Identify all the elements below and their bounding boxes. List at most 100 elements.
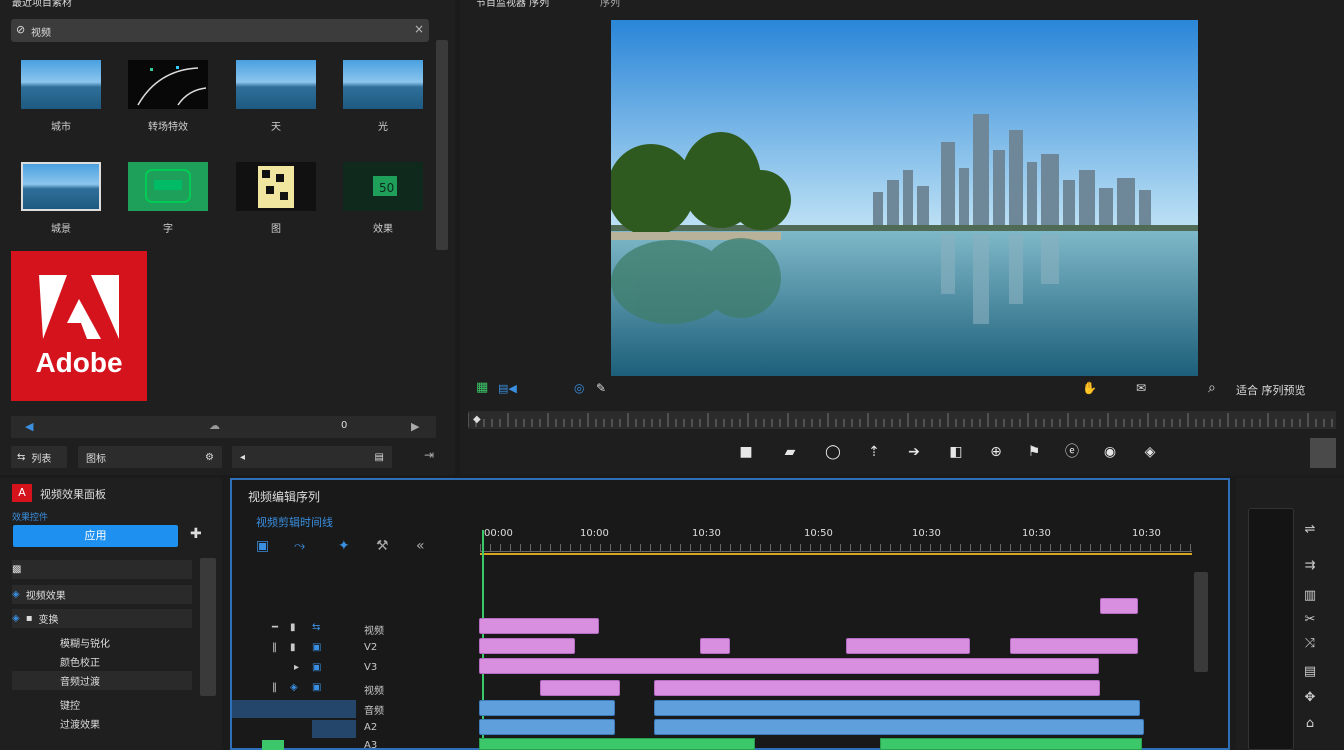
pen-icon[interactable]: ✎ bbox=[596, 381, 606, 395]
effects-row[interactable]: ◈ ▪ 变换 bbox=[12, 609, 192, 628]
camera-icon[interactable]: ■ bbox=[736, 443, 756, 461]
search-input[interactable]: ⊘ 视频 × bbox=[11, 19, 429, 42]
timecode: 10:50 bbox=[804, 528, 833, 539]
timeline-scrollbar[interactable] bbox=[1194, 572, 1208, 672]
video-clip[interactable] bbox=[479, 638, 575, 654]
thumbnail-green-text[interactable] bbox=[128, 162, 208, 211]
track-sync-icon[interactable]: ⇆ bbox=[312, 622, 320, 633]
track-toggle-icon[interactable]: ▮ bbox=[290, 622, 296, 633]
apply-button[interactable]: 应用 bbox=[13, 525, 178, 547]
trim-icon[interactable]: ⇡ bbox=[864, 443, 884, 461]
slip-tool-icon[interactable]: ⤨ bbox=[1300, 636, 1320, 654]
export-icon[interactable]: ⓔ bbox=[1062, 443, 1082, 461]
zoom-slider[interactable]: ◂ ▤ bbox=[232, 446, 392, 468]
effects-row[interactable]: 模糊与锐化 bbox=[12, 633, 192, 652]
type-tool-icon[interactable]: ⌂ bbox=[1300, 716, 1320, 734]
compass-icon[interactable]: ⊕ bbox=[986, 443, 1006, 461]
track-arrow-icon[interactable]: ▸ bbox=[294, 662, 299, 673]
effects-scrollbar[interactable] bbox=[200, 558, 216, 696]
film-icon[interactable]: ▰ bbox=[780, 443, 800, 461]
marker-add-icon[interactable]: ✦ bbox=[338, 538, 350, 554]
hand-tool-icon[interactable]: ✥ bbox=[1300, 690, 1320, 708]
effects-row[interactable]: 过渡效果 bbox=[12, 714, 192, 733]
thumbnail-green-logo[interactable]: 50 bbox=[343, 162, 423, 211]
audio-clip[interactable] bbox=[654, 719, 1144, 735]
track-lock-icon[interactable]: ‖ bbox=[272, 642, 277, 653]
video-preview[interactable] bbox=[611, 20, 1198, 376]
audio-track-header-selected[interactable] bbox=[232, 700, 356, 718]
thumbnail-pattern[interactable] bbox=[236, 162, 316, 211]
clear-icon[interactable]: × bbox=[414, 22, 424, 36]
loop-icon[interactable]: ◯ bbox=[823, 443, 843, 461]
track-eye-icon[interactable]: ▣ bbox=[312, 642, 321, 653]
zoom-icon[interactable]: ⌕ bbox=[1208, 380, 1216, 396]
next-icon[interactable]: ▶ bbox=[411, 420, 419, 433]
monitor-ruler[interactable] bbox=[467, 411, 1336, 429]
effects-row[interactable]: 音频过渡 bbox=[12, 671, 192, 690]
audio-clip[interactable] bbox=[479, 700, 615, 716]
monitor-side-button[interactable] bbox=[1310, 438, 1336, 468]
add-icon[interactable]: ✚ bbox=[190, 526, 202, 542]
link-icon[interactable]: ⤳ bbox=[294, 538, 305, 554]
track-lock-icon[interactable]: ━ bbox=[272, 622, 278, 633]
track-select-icon[interactable]: ⇉ bbox=[1300, 558, 1320, 576]
razor-icon[interactable]: ✂ bbox=[1300, 612, 1320, 630]
settings-wheel-icon[interactable]: ◉ bbox=[1100, 443, 1120, 461]
track-eye-icon[interactable]: ▣ bbox=[312, 682, 321, 693]
video-clip[interactable] bbox=[1010, 638, 1138, 654]
timeline-ruler[interactable] bbox=[480, 544, 1192, 552]
fit-dropdown[interactable]: 适合 序列预览 bbox=[1236, 382, 1306, 398]
effects-row[interactable]: ◈ 视频效果 bbox=[12, 585, 192, 604]
project-scrollbar[interactable] bbox=[436, 40, 448, 250]
thumbnail-city-selected[interactable] bbox=[21, 162, 101, 211]
timeline-subtitle: 视频剪辑时间线 bbox=[256, 516, 333, 529]
captions-icon[interactable]: « bbox=[416, 538, 425, 554]
snap-icon[interactable]: ▣ bbox=[256, 538, 269, 554]
thumbnail-city-2[interactable] bbox=[236, 60, 316, 109]
new-item-icon[interactable]: ⇥ bbox=[424, 448, 434, 462]
video-clip[interactable] bbox=[700, 638, 730, 654]
list-view-button[interactable]: ⇆ 列表 bbox=[11, 446, 67, 468]
audio-clip[interactable] bbox=[654, 700, 1140, 716]
playhead-icon[interactable]: ◆ bbox=[473, 414, 481, 425]
effects-row[interactable]: ▩ bbox=[12, 560, 192, 579]
audio-waveform[interactable] bbox=[479, 738, 755, 750]
audio-waveform[interactable] bbox=[880, 738, 1142, 750]
video-clip[interactable] bbox=[540, 680, 620, 696]
thumbnail-label: 字 bbox=[163, 224, 173, 235]
work-area-bar[interactable] bbox=[480, 553, 1192, 555]
prev-icon[interactable]: ◀ bbox=[25, 420, 33, 433]
video-clip[interactable] bbox=[846, 638, 970, 654]
wrench-icon[interactable]: ⚒ bbox=[376, 538, 389, 554]
video-clip[interactable] bbox=[479, 658, 1099, 674]
ripple-edit-icon[interactable]: ▥ bbox=[1300, 588, 1320, 606]
effects-row[interactable]: 键控 bbox=[12, 695, 192, 714]
hand-icon[interactable]: ✋ bbox=[1082, 381, 1097, 395]
pen-tool-icon[interactable]: ▤ bbox=[1300, 664, 1320, 682]
effects-row[interactable]: 颜色校正 bbox=[12, 652, 192, 671]
arrow-right-icon[interactable]: ➔ bbox=[904, 443, 924, 461]
marker-tools-icon[interactable]: ▤◀ bbox=[498, 382, 517, 395]
thumbnail-city-3[interactable] bbox=[343, 60, 423, 109]
track-lock-icon[interactable]: ‖ bbox=[272, 682, 277, 693]
selection-tool-icon[interactable]: ⇌ bbox=[1300, 522, 1320, 540]
track-toggle-icon[interactable]: ▮ bbox=[290, 642, 296, 653]
speaker-icon[interactable]: ◧ bbox=[946, 443, 966, 461]
navigation-icon[interactable]: ◈ bbox=[1140, 443, 1160, 461]
audio-clip[interactable] bbox=[479, 719, 615, 735]
thumbnail-label: 转场特效 bbox=[148, 122, 188, 133]
video-clip[interactable] bbox=[1100, 598, 1138, 614]
thumbnail-city-1[interactable] bbox=[21, 60, 101, 109]
track-eye-icon[interactable]: ▣ bbox=[312, 662, 321, 673]
safe-margin-icon[interactable]: ◎ bbox=[574, 381, 584, 395]
video-clip[interactable] bbox=[654, 680, 1100, 696]
video-clip[interactable] bbox=[479, 618, 599, 634]
thumbnail-transition[interactable] bbox=[128, 60, 208, 109]
grid-icon[interactable]: ▦ bbox=[476, 380, 488, 395]
track-target-icon[interactable]: ◈ bbox=[290, 682, 298, 693]
marker-icon[interactable]: ⚑ bbox=[1024, 443, 1044, 461]
audio-track-mute[interactable] bbox=[312, 720, 356, 738]
comment-icon[interactable]: ✉ bbox=[1136, 381, 1146, 395]
cloud-icon[interactable]: ☁ bbox=[209, 419, 220, 432]
icon-view-button[interactable]: 图标 ⚙ bbox=[78, 446, 222, 468]
